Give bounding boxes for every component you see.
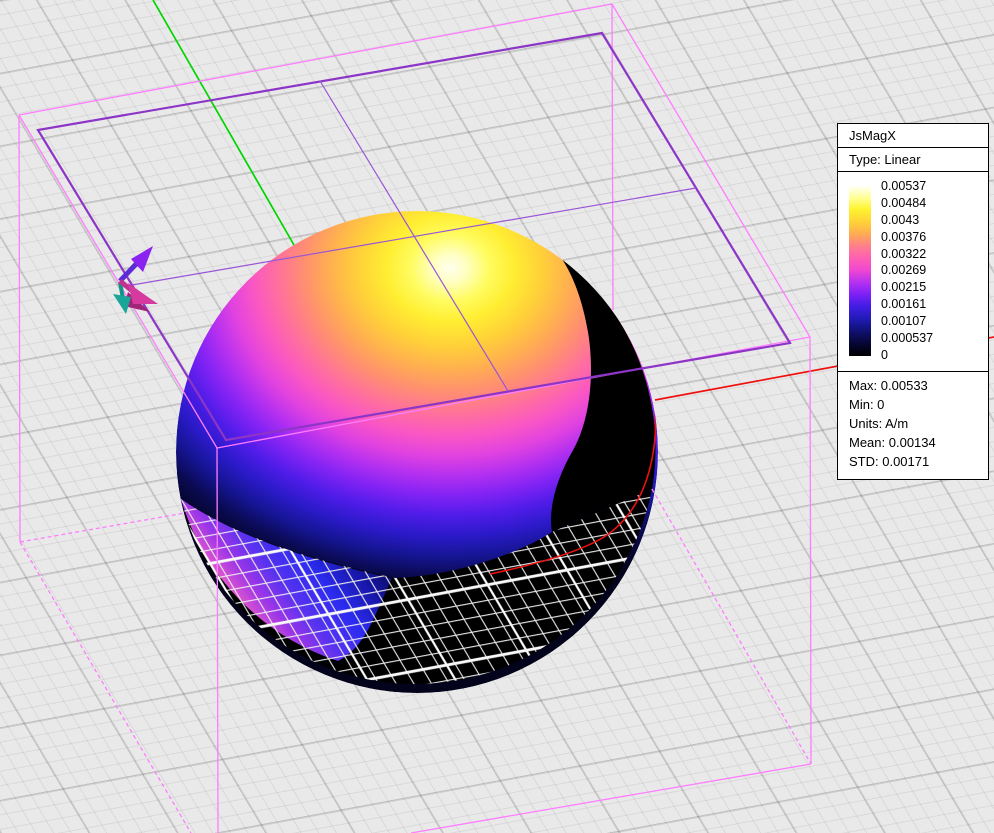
colorbar-tick: 0.00269 bbox=[881, 263, 981, 277]
legend-title: JsMagX bbox=[838, 124, 988, 148]
colorbar-labels: 0.00537 0.00484 0.0043 0.00376 0.00322 0… bbox=[881, 179, 981, 362]
stat-mean: Mean: 0.00134 bbox=[849, 435, 988, 454]
sphere-field-plot[interactable] bbox=[176, 211, 658, 693]
legend-scale-type: Type: Linear bbox=[838, 148, 988, 172]
viewport-3d[interactable]: JsMagX Type: Linear 0.00537 0.00484 0.00… bbox=[0, 0, 994, 833]
colorbar bbox=[849, 185, 871, 356]
stat-min: Min: 0 bbox=[849, 397, 988, 416]
csys-triad bbox=[113, 246, 158, 314]
colorbar-tick: 0.00215 bbox=[881, 280, 981, 294]
colorbar-tick: 0.00484 bbox=[881, 196, 981, 210]
colorbar-tick: 0.000537 bbox=[881, 331, 981, 345]
colorbar-tick: 0.00161 bbox=[881, 297, 981, 311]
colorbar-tick: 0.00376 bbox=[881, 230, 981, 244]
y-arrow-head bbox=[113, 294, 131, 314]
colorbar-tick: 0.00107 bbox=[881, 314, 981, 328]
stat-units: Units: A/m bbox=[849, 416, 988, 435]
colorbar-tick: 0.00537 bbox=[881, 179, 981, 193]
y-axis bbox=[153, 0, 294, 245]
legend-colorbar-section: 0.00537 0.00484 0.0043 0.00376 0.00322 0… bbox=[838, 172, 988, 372]
stat-max: Max: 0.00533 bbox=[849, 378, 988, 397]
colorbar-tick: 0.0043 bbox=[881, 213, 981, 227]
stat-std: STD: 0.00171 bbox=[849, 454, 988, 473]
legend-stats: Max: 0.00533 Min: 0 Units: A/m Mean: 0.0… bbox=[838, 372, 988, 479]
colorbar-tick: 0 bbox=[881, 348, 981, 362]
field-plot-legend: JsMagX Type: Linear 0.00537 0.00484 0.00… bbox=[837, 123, 989, 480]
colorbar-tick: 0.00322 bbox=[881, 247, 981, 261]
